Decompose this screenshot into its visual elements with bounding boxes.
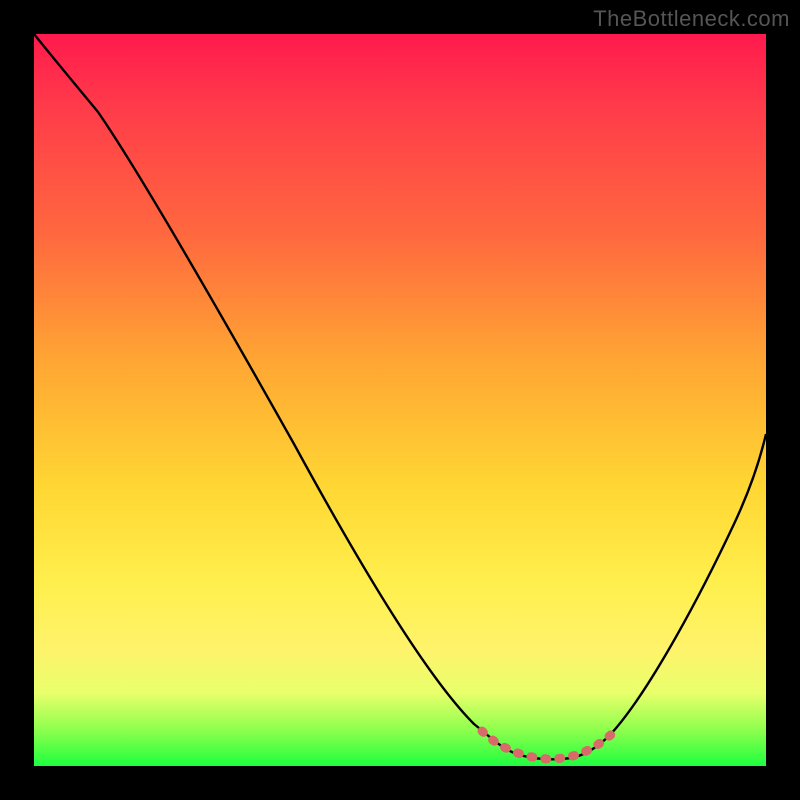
chart-frame: TheBottleneck.com — [0, 0, 800, 800]
plot-area — [34, 34, 766, 766]
watermark-text: TheBottleneck.com — [593, 6, 790, 32]
main-curve-path — [34, 34, 766, 759]
chart-svg — [34, 34, 766, 766]
valley-marker-path — [482, 731, 614, 759]
